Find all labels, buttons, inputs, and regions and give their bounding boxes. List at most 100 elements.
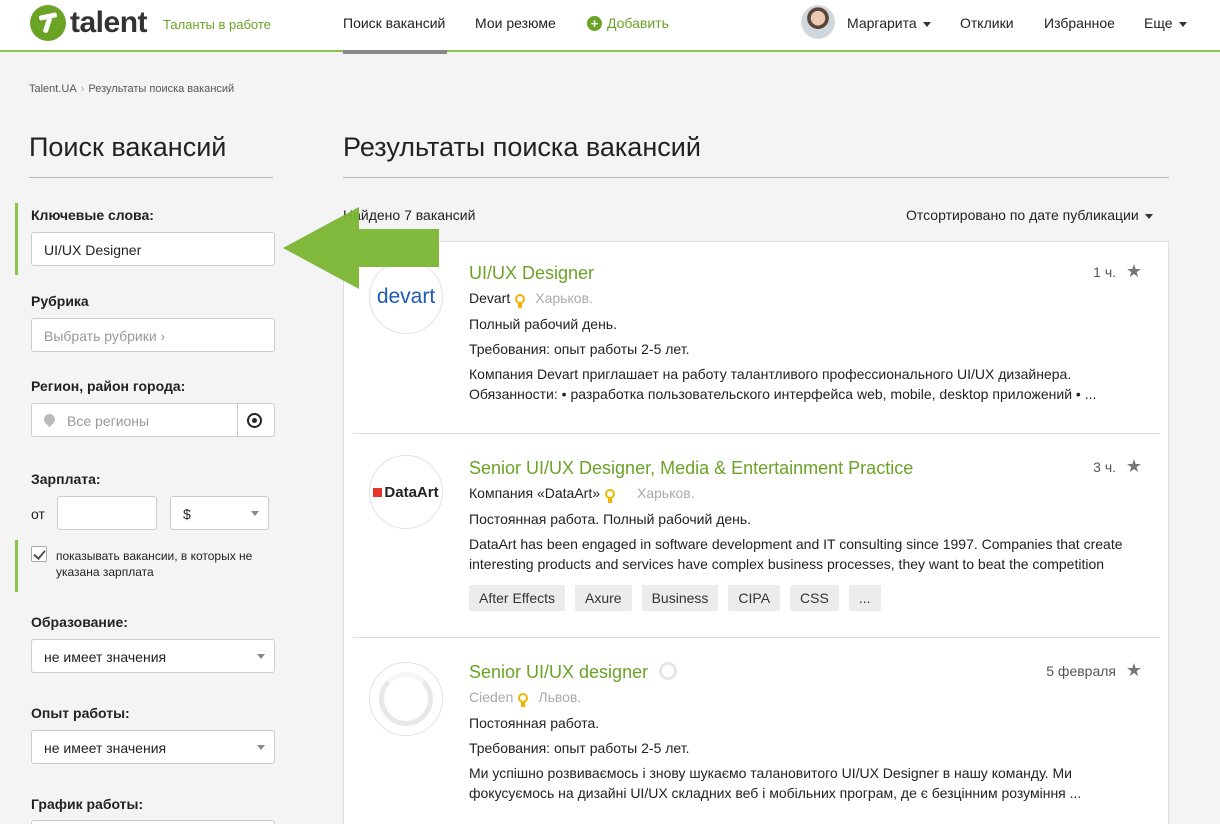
vacancy-requirements: Требования: опыт работы 2-5 лет. <box>469 341 690 357</box>
logo-text: talent <box>70 6 148 39</box>
plus-icon: + <box>587 15 602 31</box>
vacancy-description: DataArt has been engaged in software dev… <box>469 536 1123 572</box>
nav-more-label: Еще <box>1144 15 1173 31</box>
location-pin-icon <box>41 411 58 428</box>
nav-my-resumes[interactable]: Мои резюме <box>475 15 556 31</box>
sort-dropdown[interactable]: Отсортировано по дате публикации <box>906 207 1153 223</box>
skill-tag[interactable]: CSS <box>790 585 839 611</box>
breadcrumb-separator: › <box>80 83 85 95</box>
chevron-down-icon <box>257 654 265 659</box>
top-header: talent Таланты в работе Поиск вакансий М… <box>0 0 1220 52</box>
annotation-arrow-icon <box>283 207 439 289</box>
schedule-select[interactable] <box>31 820 275 824</box>
vacancy-company-line: Компания «DataArt» Харьков. <box>469 485 695 503</box>
experience-value: не имеет значения <box>44 740 167 756</box>
vacancy-title-text: Senior UI/UX designer <box>469 662 649 682</box>
vacancy-card: DataArt Senior UI/UX Designer, Media & E… <box>353 434 1160 638</box>
star-icon[interactable]: ★ <box>1126 457 1142 475</box>
sidebar-divider <box>29 177 273 178</box>
geolocation-icon[interactable] <box>247 413 262 428</box>
chevron-down-icon <box>1178 21 1187 27</box>
vacancy-city: Харьков. <box>637 485 695 501</box>
verified-badge-icon <box>515 294 526 308</box>
nav-active-indicator <box>343 50 447 54</box>
keywords-input[interactable]: UI/UX Designer <box>31 232 275 266</box>
show-no-salary-checkbox[interactable] <box>31 546 47 562</box>
region-label: Регион, район города: <box>31 378 186 394</box>
currency-select[interactable]: $ <box>170 496 269 530</box>
nav-favorites[interactable]: Избранное <box>1044 15 1115 31</box>
show-no-salary-label[interactable]: показывать вакансии, в которых не указан… <box>56 548 266 580</box>
experience-select[interactable]: не имеет значения <box>31 730 275 764</box>
vacancy-card: devart UI/UX Designer Devart Харьков. Пол… <box>353 242 1160 434</box>
company-logo-loading[interactable] <box>369 662 443 736</box>
site-logo[interactable]: talent <box>30 5 148 41</box>
vacancy-company-line: Devart Харьков. <box>469 290 593 308</box>
education-select[interactable]: не имеет значения <box>31 639 275 673</box>
rubric-select[interactable]: Выбрать рубрики › <box>31 318 275 352</box>
rubric-label: Рубрика <box>31 293 89 309</box>
currency-value: $ <box>183 506 191 522</box>
salary-label: Зарплата: <box>31 471 101 487</box>
company-name[interactable]: Devart <box>469 290 510 306</box>
nav-add-label: Добавить <box>607 15 669 31</box>
vacancy-card: Senior UI/UX designer Cieden Львов. Посто… <box>353 638 1160 824</box>
nav-add-button[interactable]: + Добавить <box>587 15 669 31</box>
vacancy-time: 1 ч. <box>1093 264 1116 280</box>
chevron-down-icon <box>1144 213 1153 219</box>
nav-more-menu[interactable]: Еще <box>1144 15 1187 31</box>
logo-icon <box>30 5 66 41</box>
user-menu[interactable]: Маргарита <box>847 15 931 31</box>
nav-responses[interactable]: Отклики <box>960 15 1014 31</box>
nav-search-vacancies[interactable]: Поиск вакансий <box>343 15 445 31</box>
salary-highlight-bar <box>15 540 18 592</box>
vacancy-title[interactable]: Senior UI/UX Designer, Media & Entertain… <box>469 458 913 479</box>
vacancy-description: Ми успішно розвиваємось і знову шукаємо … <box>469 765 1082 801</box>
chevron-down-icon <box>257 745 265 750</box>
vacancy-schedule: Постоянная работа. Полный рабочий день. <box>469 511 752 527</box>
chevron-down-icon <box>922 21 931 27</box>
verified-badge-icon <box>518 693 529 707</box>
experience-label: Опыт работы: <box>31 705 130 721</box>
region-input[interactable]: Все регионы <box>31 403 275 437</box>
vacancy-time: 3 ч. <box>1093 459 1116 475</box>
breadcrumb-current: Результаты поиска вакансий <box>88 83 235 95</box>
user-avatar[interactable] <box>801 5 835 39</box>
vacancy-company-line: Cieden Львов. <box>469 689 582 707</box>
vacancy-title[interactable]: UI/UX Designer <box>469 263 594 284</box>
vacancy-tags: After Effects Axure Business CIPA CSS ..… <box>469 585 881 611</box>
vacancy-city: Львов. <box>538 689 582 705</box>
tagline: Таланты в работе <box>163 17 271 32</box>
company-name[interactable]: Cieden <box>469 689 513 705</box>
sidebar-title: Поиск вакансий <box>29 132 227 162</box>
chevron-down-icon <box>251 511 259 516</box>
salary-from-label: от <box>31 506 45 522</box>
results-title: Результаты поиска вакансий <box>343 132 701 162</box>
skill-tag[interactable]: CIPA <box>728 585 781 611</box>
results-list: devart UI/UX Designer Devart Харьков. Пол… <box>343 241 1169 824</box>
education-label: Образование: <box>31 614 128 630</box>
geo-divider <box>237 404 238 436</box>
star-icon[interactable]: ★ <box>1126 661 1142 679</box>
vacancy-schedule: Постоянная работа. <box>469 715 600 731</box>
more-tags-button[interactable]: ... <box>848 585 881 611</box>
skill-tag[interactable]: After Effects <box>469 585 565 611</box>
breadcrumb-home[interactable]: Talent.UA <box>29 83 77 95</box>
loading-spinner-icon <box>379 672 433 726</box>
dataart-mark-icon <box>373 487 383 497</box>
vacancy-title[interactable]: Senior UI/UX designer <box>469 662 678 683</box>
vacancy-description: Компания Devart приглашает на работу тал… <box>469 366 1097 402</box>
salary-from-input[interactable] <box>57 496 157 530</box>
keywords-label: Ключевые слова: <box>31 207 154 223</box>
results-divider <box>343 177 1169 178</box>
company-logo-dataart[interactable]: DataArt <box>369 455 443 529</box>
dataart-logo-text: DataArt <box>384 483 439 501</box>
verified-badge-icon <box>605 489 615 503</box>
user-name: Маргарита <box>847 15 917 31</box>
company-name[interactable]: Компания «DataArt» <box>469 485 600 501</box>
education-value: не имеет значения <box>44 649 167 665</box>
star-icon[interactable]: ★ <box>1126 262 1142 280</box>
skill-tag[interactable]: Business <box>641 585 719 611</box>
loading-spinner-icon <box>659 662 678 680</box>
skill-tag[interactable]: Axure <box>575 585 632 611</box>
